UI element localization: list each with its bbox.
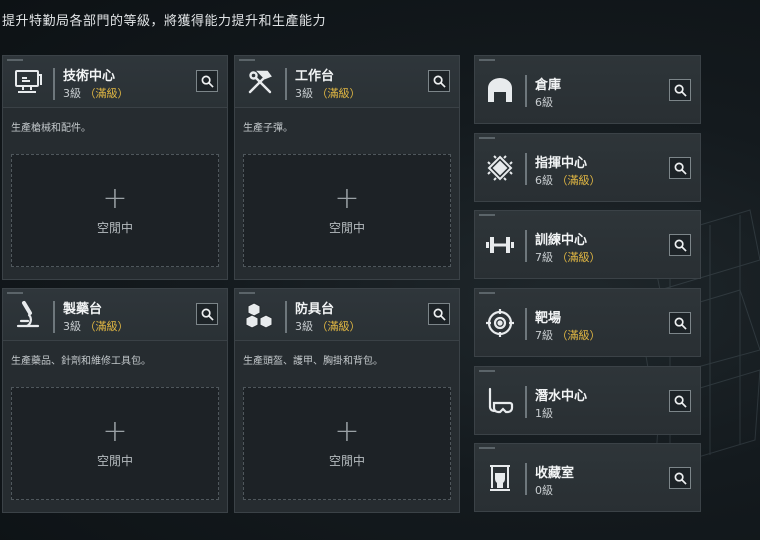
card-level: 7級 （滿級）	[535, 251, 601, 264]
warehouse-icon	[483, 73, 517, 107]
add-icon: +	[102, 181, 128, 216]
search-icon	[674, 472, 687, 485]
search-icon	[201, 308, 214, 321]
search-icon	[674, 395, 687, 408]
card-level: 0級	[535, 484, 553, 497]
inspect-button[interactable]	[428, 70, 450, 92]
production-slot[interactable]: + 空閒中	[11, 154, 219, 267]
slot-status: 空閒中	[96, 221, 133, 235]
production-slot[interactable]: + 空閒中	[11, 387, 219, 500]
dept-card-armor-bench[interactable]: 防具台 3級 （滿級） 生產頭盔、護甲、胸掛和背包。 + 空閒中	[234, 288, 460, 513]
card-title: 靶場	[535, 311, 562, 326]
inspect-button[interactable]	[196, 70, 218, 92]
dept-card-tech-center[interactable]: 技術中心 3級 （滿級） 生產槍械和配件。 + 空閒中	[2, 55, 228, 280]
hammer-wrench-icon	[243, 65, 277, 99]
card-level: 7級 （滿級）	[535, 329, 601, 342]
card-level: 1級	[535, 407, 553, 420]
card-level: 6級	[535, 96, 553, 109]
production-slot[interactable]: + 空閒中	[243, 387, 451, 500]
card-title: 防具台	[295, 302, 335, 317]
search-icon	[674, 162, 687, 175]
computer-icon	[11, 65, 45, 99]
card-description: 生產藥品、針劑和維修工具包。	[11, 356, 151, 367]
search-icon	[433, 75, 446, 88]
dept-card-collection-room[interactable]: 收藏室 0級	[474, 443, 701, 512]
card-title: 技術中心	[63, 69, 116, 84]
trophy-case-icon	[483, 461, 517, 495]
microscope-icon	[11, 298, 45, 332]
inspect-button[interactable]	[196, 303, 218, 325]
card-description: 生產槍械和配件。	[11, 123, 91, 134]
inspect-button[interactable]	[669, 157, 691, 179]
inspect-button[interactable]	[669, 234, 691, 256]
card-description: 生產頭盔、護甲、胸掛和背包。	[243, 356, 383, 367]
inspect-button[interactable]	[428, 303, 450, 325]
cubes-icon	[243, 298, 277, 332]
card-title: 工作台	[295, 69, 335, 84]
card-level: 3級 （滿級）	[295, 87, 361, 100]
card-level: 3級 （滿級）	[63, 320, 129, 333]
dept-card-training-center[interactable]: 訓練中心 7級 （滿級）	[474, 210, 701, 279]
diving-mask-icon	[483, 384, 517, 418]
card-title: 潛水中心	[535, 389, 588, 404]
dept-card-shooting-range[interactable]: 靶場 7級 （滿級）	[474, 288, 701, 357]
card-title: 訓練中心	[535, 233, 588, 248]
search-icon	[674, 239, 687, 252]
slot-status: 空閒中	[328, 454, 365, 468]
add-icon: +	[102, 414, 128, 449]
search-icon	[674, 317, 687, 330]
dumbbell-icon	[483, 228, 517, 262]
card-level: 3級 （滿級）	[63, 87, 129, 100]
add-icon: +	[334, 414, 360, 449]
card-title: 收藏室	[535, 466, 575, 481]
page-description: 提升特勤局各部門的等級，將獲得能力提升和生產能力	[2, 14, 327, 29]
inspect-button[interactable]	[669, 312, 691, 334]
card-title: 指揮中心	[535, 156, 588, 171]
add-icon: +	[334, 181, 360, 216]
search-icon	[433, 308, 446, 321]
production-slot[interactable]: + 空閒中	[243, 154, 451, 267]
card-title: 製藥台	[63, 302, 103, 317]
card-description: 生產子彈。	[243, 123, 293, 134]
search-icon	[201, 75, 214, 88]
slot-status: 空閒中	[328, 221, 365, 235]
search-icon	[674, 84, 687, 97]
target-icon	[483, 306, 517, 340]
dept-card-diving-center[interactable]: 潛水中心 1級	[474, 366, 701, 435]
dept-card-warehouse[interactable]: 倉庫 6級	[474, 55, 701, 124]
chip-icon	[483, 151, 517, 185]
dept-card-workbench[interactable]: 工作台 3級 （滿級） 生產子彈。 + 空閒中	[234, 55, 460, 280]
inspect-button[interactable]	[669, 467, 691, 489]
inspect-button[interactable]	[669, 79, 691, 101]
inspect-button[interactable]	[669, 390, 691, 412]
slot-status: 空閒中	[96, 454, 133, 468]
dept-card-pharmacy[interactable]: 製藥台 3級 （滿級） 生產藥品、針劑和維修工具包。 + 空閒中	[2, 288, 228, 513]
dept-card-command-center[interactable]: 指揮中心 6級 （滿級）	[474, 133, 701, 202]
card-title: 倉庫	[535, 78, 562, 93]
card-level: 6級 （滿級）	[535, 174, 601, 187]
card-level: 3級 （滿級）	[295, 320, 361, 333]
